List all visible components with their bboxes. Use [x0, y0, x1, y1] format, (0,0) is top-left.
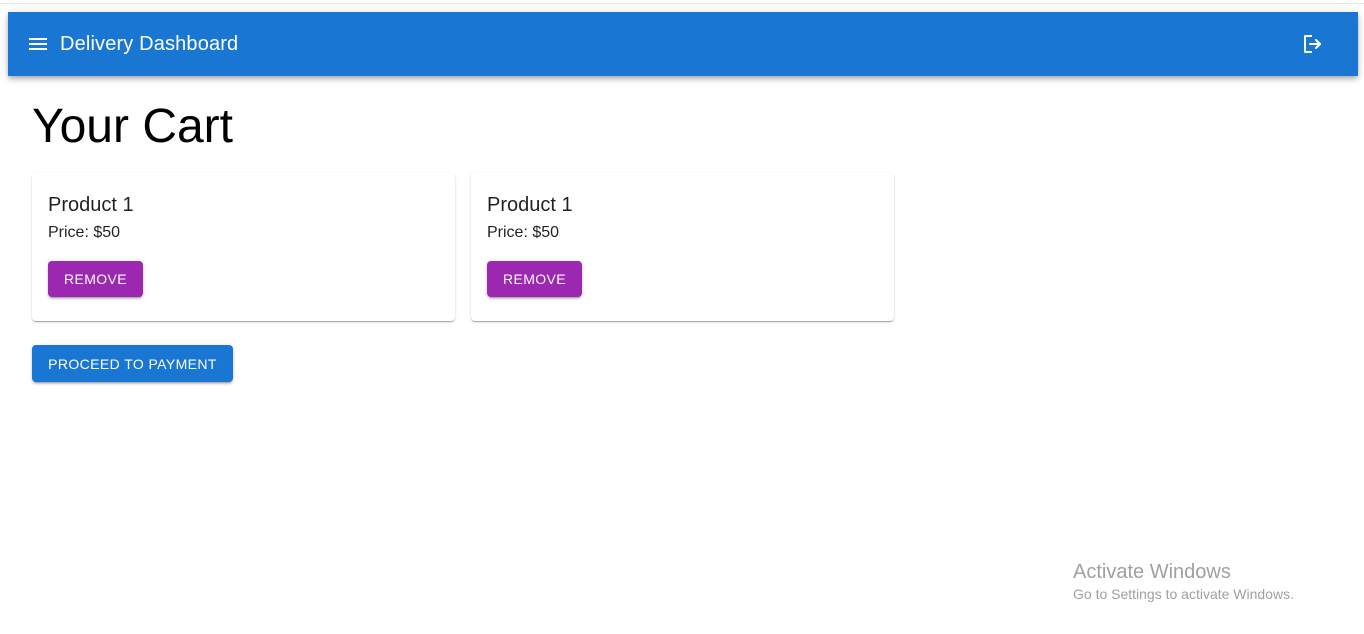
menu-icon[interactable] — [26, 32, 50, 56]
product-name: Product 1 — [487, 194, 573, 216]
cart-item-card: Product 1 Price: $50 Remove — [32, 173, 455, 321]
watermark-subtitle: Go to Settings to activate Windows. — [1073, 586, 1294, 602]
cart-item-card: Product 1 Price: $50 Remove — [471, 173, 894, 321]
remove-button[interactable]: Remove — [487, 261, 582, 297]
product-name: Product 1 — [48, 194, 134, 216]
page-title: Your Cart — [32, 100, 233, 153]
window-top-border — [0, 3, 1364, 4]
watermark-title: Activate Windows — [1073, 561, 1231, 583]
logout-icon[interactable] — [1300, 32, 1324, 56]
product-price: Price: $50 — [48, 224, 121, 241]
proceed-to-payment-button[interactable]: Proceed to Payment — [32, 345, 233, 382]
activate-windows-watermark: Activate Windows Go to Settings to activ… — [1073, 560, 1294, 603]
remove-button[interactable]: Remove — [48, 261, 143, 297]
product-price: Price: $50 — [487, 224, 560, 241]
app-bar: Delivery Dashboard — [8, 12, 1358, 76]
app-title: Delivery Dashboard — [60, 33, 239, 55]
